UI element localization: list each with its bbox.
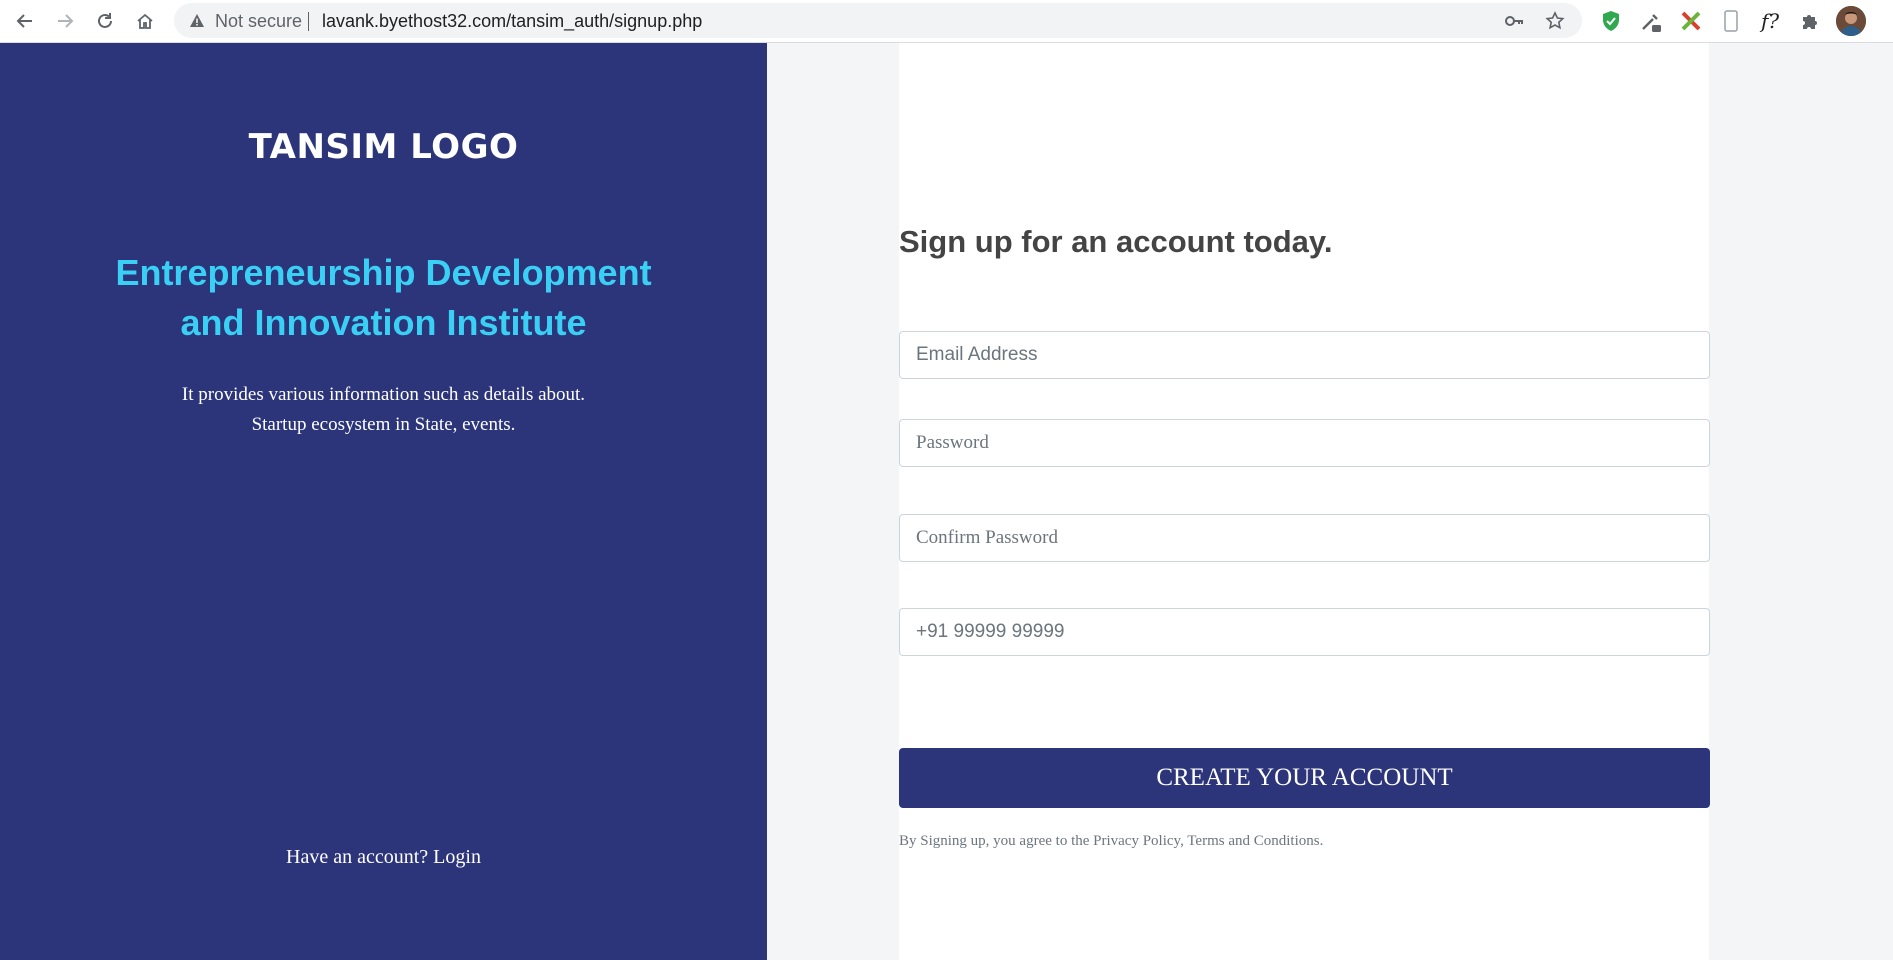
security-label[interactable]: Not secure [215,11,302,32]
reload-icon[interactable] [90,6,120,36]
address-bar[interactable]: Not secure lavank.byethost32.com/tansim_… [174,3,1582,38]
home-icon[interactable] [130,6,160,36]
branding-panel: TANSIM LOGO Entrepreneurship Development… [0,43,767,960]
warning-icon[interactable] [188,12,206,30]
divider [308,12,309,31]
site-logo: TANSIM LOGO [248,127,519,167]
url-text[interactable]: lavank.byethost32.com/tansim_auth/signup… [322,11,702,32]
eyedropper-icon[interactable] [1637,7,1665,35]
terms-notice: By Signing up, you agree to the Privacy … [899,833,1324,849]
have-account-text: Have an account? [286,846,429,868]
bookmark-star-icon[interactable] [1543,9,1567,33]
back-icon[interactable] [10,6,40,36]
login-link[interactable]: Login [433,846,481,868]
forward-icon[interactable] [50,6,80,36]
password-field[interactable] [899,419,1710,467]
puzzle-icon[interactable] [1796,7,1824,35]
key-icon[interactable] [1502,9,1526,33]
have-account-prompt: Have an account? Login [0,846,767,869]
font-icon[interactable]: f? [1756,7,1784,35]
signup-form: Sign up for an account today. CREATE YOU… [899,43,1710,960]
phone-field[interactable] [899,608,1710,656]
create-account-button[interactable]: CREATE YOUR ACCOUNT [899,748,1710,808]
shield-check-icon[interactable] [1597,7,1625,35]
profile-avatar[interactable] [1836,6,1866,36]
x-mark-icon[interactable] [1677,7,1705,35]
mobile-device-icon[interactable] [1717,7,1745,35]
institute-description: It provides various information such as … [181,384,586,435]
browser-toolbar: Not secure lavank.byethost32.com/tansim_… [0,0,1893,43]
form-heading: Sign up for an account today. [899,224,1333,259]
email-field[interactable] [899,331,1710,379]
institute-tagline: Entrepreneurship Development and Innovat… [115,252,652,343]
confirm-password-field[interactable] [899,514,1710,562]
